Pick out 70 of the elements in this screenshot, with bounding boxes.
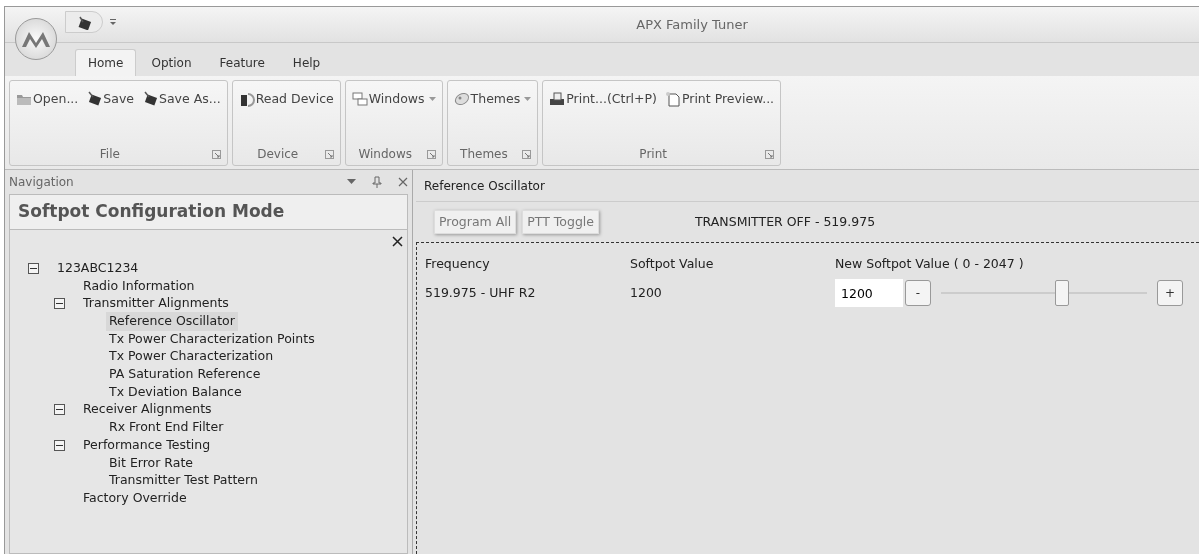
group-label: Windows xyxy=(357,146,413,163)
app-logo-button[interactable] xyxy=(15,18,57,60)
ribbon-button[interactable]: Windows xyxy=(349,89,438,110)
ribbon-button[interactable]: Themes xyxy=(451,89,534,110)
tree-item[interactable]: Transmitter Alignments xyxy=(80,294,232,314)
tree-item[interactable]: Reference Oscillator xyxy=(106,312,238,331)
ribbon-button[interactable]: Open... xyxy=(14,89,81,110)
toolbar-button[interactable]: PTT Toggle xyxy=(522,209,599,235)
tree-item[interactable]: Tx Power Characterization Points xyxy=(106,329,318,349)
launcher-icon[interactable] xyxy=(426,149,436,159)
tree-item[interactable]: Tx Power Characterization xyxy=(106,347,277,367)
launcher-icon[interactable] xyxy=(522,149,532,159)
ribbon-button[interactable]: Print...(Ctrl+P) xyxy=(547,89,659,110)
group-label: File xyxy=(98,146,121,163)
collapse-toggle[interactable] xyxy=(54,404,65,416)
tree-item[interactable]: Tx Deviation Balance xyxy=(106,382,245,402)
collapse-toggle[interactable] xyxy=(54,298,65,310)
column-header: Frequency xyxy=(425,254,491,273)
column-header: New Softpot Value ( 0 - 2047 ) xyxy=(835,254,1025,273)
close-icon[interactable] xyxy=(392,233,403,249)
group-label: Themes xyxy=(459,146,509,163)
slider-thumb[interactable] xyxy=(1054,280,1069,306)
table-cell-text: 1200 xyxy=(630,283,663,302)
ribbon-button[interactable]: Print Preview... xyxy=(662,89,777,110)
toolbar-button[interactable]: Program All xyxy=(434,209,517,235)
ribbon-tab[interactable]: Option xyxy=(138,49,205,76)
launcher-icon[interactable] xyxy=(324,149,334,159)
group-label: Print xyxy=(638,146,668,163)
ribbon-tab[interactable]: Help xyxy=(279,49,334,76)
radio-icon xyxy=(86,91,103,108)
tree-item[interactable]: Rx Front End Filter xyxy=(106,418,227,437)
decrement-button[interactable]: - xyxy=(905,280,931,306)
group-label: Device xyxy=(256,146,300,163)
value-input[interactable]: 1200 xyxy=(835,279,903,307)
save-quick-button[interactable] xyxy=(65,11,103,33)
palette-icon xyxy=(453,91,470,108)
customize-icon[interactable] xyxy=(109,18,117,26)
ribbon-button[interactable]: Read Device xyxy=(236,89,336,110)
document-title: Reference Oscillator xyxy=(424,177,545,195)
dropdown-icon[interactable] xyxy=(347,179,356,185)
status-text: TRANSMITTER OFF - 519.975 xyxy=(695,212,876,231)
radio-icon xyxy=(142,91,158,108)
launcher-icon[interactable] xyxy=(765,149,775,159)
increment-button[interactable]: + xyxy=(1157,280,1183,306)
tree-item[interactable]: Radio Information xyxy=(80,276,198,296)
ribbon-tab[interactable]: Feature xyxy=(206,49,278,76)
tree-item[interactable]: 123ABC1234 xyxy=(54,258,142,278)
panel-heading: Softpot Configuration Mode xyxy=(9,194,408,230)
printer-icon xyxy=(549,91,566,108)
ribbon-button[interactable]: Save As... xyxy=(140,89,223,110)
ribbon-button[interactable]: Save xyxy=(84,89,136,110)
column-header: Softpot Value xyxy=(630,254,715,273)
tree-item[interactable]: Receiver Alignments xyxy=(80,400,215,420)
tree-item[interactable]: Bit Error Rate xyxy=(106,453,197,473)
page-icon xyxy=(664,91,681,108)
collapse-toggle[interactable] xyxy=(28,262,39,274)
pin-icon[interactable] xyxy=(372,176,382,188)
tree-item[interactable]: Transmitter Test Pattern xyxy=(106,471,261,490)
tree-item[interactable]: Performance Testing xyxy=(80,435,214,455)
device-icon xyxy=(238,91,255,108)
collapse-toggle[interactable] xyxy=(54,439,65,451)
table-cell-text: 519.975 - UHF R2 xyxy=(425,283,537,302)
window-title: APX Family Tuner xyxy=(636,17,748,32)
tree-item[interactable]: Factory Override xyxy=(80,488,190,508)
radio-icon xyxy=(76,15,92,30)
ribbon-tab[interactable]: Home xyxy=(75,49,137,76)
windows-icon xyxy=(351,91,368,108)
launcher-icon[interactable] xyxy=(211,149,221,159)
tree-item[interactable]: PA Saturation Reference xyxy=(106,365,264,384)
panel-title: Navigation xyxy=(9,174,74,191)
